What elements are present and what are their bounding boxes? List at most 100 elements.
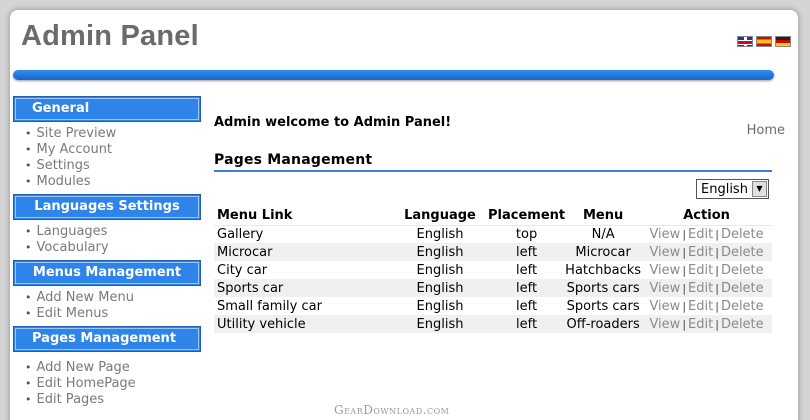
sidebar-item-add-new-page[interactable]: Add New Page: [25, 360, 201, 376]
view-link[interactable]: View: [649, 299, 680, 314]
edit-link[interactable]: Edit: [688, 227, 713, 242]
action-separator: |: [715, 317, 719, 331]
cell-actions: View | Edit | Delete: [641, 279, 772, 297]
delete-link[interactable]: Delete: [721, 263, 764, 278]
cell-placement: left: [516, 262, 538, 278]
cell-menu-link: Small family car: [217, 298, 322, 314]
cell-actions: View | Edit | Delete: [641, 261, 772, 279]
sidebar-item-edit-pages[interactable]: Edit Pages: [25, 392, 201, 408]
cell-actions: View | Edit | Delete: [641, 297, 772, 315]
table-row: Sports car English left Sports cars View…: [214, 279, 772, 297]
sidebar-header-menus-management: Menus Management: [13, 260, 201, 286]
sidebar-list-languages: Languages Vocabulary: [13, 220, 201, 260]
flag-spain-icon[interactable]: [756, 36, 772, 47]
delete-link[interactable]: Delete: [721, 245, 764, 260]
table-row: Microcar English left Microcar View | Edit…: [214, 243, 772, 261]
sidebar-item-edit-homepage[interactable]: Edit HomePage: [25, 376, 201, 392]
cell-menu-link: Sports car: [214, 279, 392, 297]
delete-link[interactable]: Delete: [721, 227, 764, 242]
cell-menu: Microcar: [565, 243, 642, 261]
table-row: Utility vehicle English left Off-roaders…: [214, 315, 772, 333]
watermark: GearDownload.com: [334, 403, 450, 417]
action-separator: |: [682, 299, 687, 313]
header-divider-bar: [13, 70, 774, 80]
cell-menu: Sports cars: [566, 298, 640, 314]
action-separator: |: [682, 281, 687, 295]
table-header-row: Menu Link Language Placement Menu Action: [214, 206, 772, 226]
cell-actions: View | Edit | Delete: [641, 315, 772, 333]
welcome-message: Admin welcome to Admin Panel!: [214, 115, 452, 130]
flag-uk-icon[interactable]: [737, 36, 753, 47]
sidebar-item-vocabulary[interactable]: Vocabulary: [25, 240, 201, 256]
table-row: Small family car English left Sports car…: [214, 297, 772, 315]
action-separator: |: [715, 245, 719, 259]
cell-placement: top: [515, 226, 538, 242]
table-row: City car English left Hatchbacks View | Ed…: [214, 261, 772, 279]
cell-actions: View | Edit | Delete: [641, 225, 772, 243]
cell-menu-link: Microcar: [214, 243, 392, 261]
action-separator: |: [682, 263, 687, 277]
delete-link[interactable]: Delete: [721, 281, 764, 296]
view-link[interactable]: View: [649, 281, 680, 296]
cell-menu-link: Gallery: [217, 226, 264, 242]
sidebar-list-menus: Add New Menu Edit Menus: [13, 286, 201, 326]
edit-link[interactable]: Edit: [688, 281, 713, 296]
view-link[interactable]: View: [649, 317, 680, 332]
sidebar: General Site Preview My Account Settings…: [13, 96, 201, 412]
action-separator: |: [682, 227, 687, 241]
col-header-placement: Placement: [488, 206, 566, 226]
section-title: Pages Management: [214, 152, 373, 168]
cell-menu: Sports cars: [565, 279, 642, 297]
col-header-language: Language: [392, 206, 488, 226]
sidebar-item-settings[interactable]: Settings: [25, 158, 201, 174]
edit-link[interactable]: Edit: [688, 245, 713, 260]
delete-link[interactable]: Delete: [721, 317, 764, 332]
edit-link[interactable]: Edit: [688, 317, 713, 332]
sidebar-list-general: Site Preview My Account Settings Modules: [13, 122, 201, 194]
cell-menu-link: Utility vehicle: [214, 315, 392, 333]
cell-language: English: [416, 262, 464, 278]
cell-menu: N/A: [591, 226, 615, 242]
cell-placement: left: [488, 279, 566, 297]
pages-table: Menu Link Language Placement Menu Action…: [214, 206, 772, 333]
home-link[interactable]: Home: [747, 123, 785, 138]
cell-language: English: [392, 315, 488, 333]
cell-menu: Off-roaders: [565, 315, 642, 333]
sidebar-item-edit-menus[interactable]: Edit Menus: [25, 306, 201, 322]
action-separator: |: [715, 281, 719, 295]
cell-placement: left: [488, 315, 566, 333]
cell-language: English: [416, 226, 464, 242]
sidebar-header-general: General: [13, 96, 201, 122]
col-header-menu: Menu: [565, 206, 642, 226]
sidebar-item-site-preview[interactable]: Site Preview: [25, 126, 201, 142]
action-separator: |: [682, 317, 687, 331]
cell-placement: left: [516, 298, 538, 314]
cell-menu: Hatchbacks: [565, 262, 642, 278]
view-link[interactable]: View: [649, 245, 680, 260]
sidebar-item-languages[interactable]: Languages: [25, 224, 201, 240]
table-row: Gallery English top N/A View | Edit | Delete: [214, 225, 772, 243]
chevron-down-icon[interactable]: ▼: [752, 181, 767, 197]
action-separator: |: [715, 227, 719, 241]
sidebar-item-add-new-menu[interactable]: Add New Menu: [25, 290, 201, 306]
view-link[interactable]: View: [649, 263, 680, 278]
cell-actions: View | Edit | Delete: [641, 243, 772, 261]
edit-link[interactable]: Edit: [688, 299, 713, 314]
language-select[interactable]: English ▼: [696, 179, 769, 199]
cell-language: English: [392, 243, 488, 261]
language-select-value: English: [701, 181, 748, 197]
sidebar-header-pages-management: Pages Management: [13, 326, 201, 352]
language-flags: [737, 36, 791, 47]
cell-placement: left: [488, 243, 566, 261]
col-header-action: Action: [641, 206, 772, 226]
sidebar-item-modules[interactable]: Modules: [25, 174, 201, 190]
edit-link[interactable]: Edit: [688, 263, 713, 278]
cell-language: English: [392, 279, 488, 297]
view-link[interactable]: View: [649, 227, 680, 242]
sidebar-list-pages: Add New Page Edit HomePage Edit Pages: [13, 352, 201, 412]
flag-germany-icon[interactable]: [775, 36, 791, 47]
sidebar-header-languages-settings: Languages Settings: [13, 194, 201, 220]
delete-link[interactable]: Delete: [721, 299, 764, 314]
sidebar-item-my-account[interactable]: My Account: [25, 142, 201, 158]
cell-language: English: [416, 298, 464, 314]
